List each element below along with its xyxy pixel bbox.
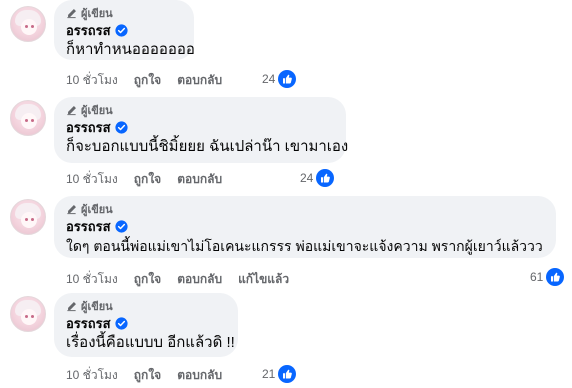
like-reaction-icon: [278, 365, 297, 383]
reaction-count: 21: [262, 367, 276, 381]
reaction-summary[interactable]: 61: [530, 268, 565, 286]
comment-bubble: ผู้เขียน อรรถรส ก็หาทำหนอออออออ: [54, 0, 195, 60]
pencil-icon: [67, 204, 76, 214]
reply-button[interactable]: ตอบกลับ: [177, 71, 222, 90]
avatar[interactable]: [10, 296, 46, 332]
like-reaction-icon: [278, 70, 297, 88]
timestamp[interactable]: 10 ชั่วโมง: [66, 270, 118, 289]
verified-icon: [114, 120, 128, 134]
timestamp[interactable]: 10 ชั่วโมง: [66, 71, 118, 90]
commenter-name[interactable]: อรรถรส: [66, 313, 111, 334]
author-tag: ผู้เขียน: [66, 202, 544, 216]
avatar[interactable]: [10, 6, 46, 42]
avatar[interactable]: [10, 199, 46, 235]
edited-label[interactable]: แก้ไขแล้ว: [238, 270, 289, 289]
pencil-icon: [67, 8, 76, 18]
avatar[interactable]: [10, 100, 46, 136]
comment-actions: 10 ชั่วโมง ถูกใจ ตอบกลับ: [66, 367, 222, 383]
comment-actions: 10 ชั่วโมง ถูกใจ ตอบกลับ: [66, 72, 222, 88]
pencil-icon: [67, 105, 76, 115]
commenter-name[interactable]: อรรถรส: [66, 20, 111, 41]
timestamp[interactable]: 10 ชั่วโมง: [66, 366, 118, 385]
reply-button[interactable]: ตอบกลับ: [177, 170, 222, 189]
reaction-summary[interactable]: 21: [262, 365, 297, 383]
pencil-icon: [67, 301, 76, 311]
comment-text: ก็จะบอกแบบนี้ชิมิ้ยยย ฉันเปล่าน๊า เขามาเ…: [66, 138, 349, 155]
commenter-name[interactable]: อรรถรส: [66, 216, 111, 237]
like-button[interactable]: ถูกใจ: [134, 170, 161, 189]
verified-icon: [114, 316, 128, 330]
reaction-count: 61: [530, 270, 544, 284]
like-button[interactable]: ถูกใจ: [134, 366, 161, 385]
reply-button[interactable]: ตอบกลับ: [177, 270, 222, 289]
comment-text: เรื่องนี้คือแบบบ อีกแล้วดิ !!: [66, 334, 235, 351]
comment-text: ใดๆ ตอนนี้พ่อแม่เขาไม่โอเคนะแกรรร พ่อแม่…: [66, 238, 543, 254]
like-reaction-icon: [546, 268, 565, 286]
reaction-count: 24: [262, 72, 276, 86]
comment-actions: 10 ชั่วโมง ถูกใจ ตอบกลับ: [66, 171, 222, 187]
like-reaction-icon: [316, 169, 335, 187]
reply-button[interactable]: ตอบกลับ: [177, 366, 222, 385]
like-button[interactable]: ถูกใจ: [134, 270, 161, 289]
comment-bubble: ผู้เขียน อรรถรส ใดๆ ตอนนี้พ่อแม่เขาไม่โอ…: [54, 196, 556, 258]
author-tag: ผู้เขียน: [66, 299, 226, 313]
reaction-summary[interactable]: 24: [300, 169, 335, 187]
reaction-count: 24: [300, 171, 314, 185]
verified-icon: [114, 23, 128, 37]
verified-icon: [114, 219, 128, 233]
comment-text: ก็หาทำหนอออออออ: [66, 41, 195, 58]
comment-bubble: ผู้เขียน อรรถรส เรื่องนี้คือแบบบ อีกแล้ว…: [54, 293, 238, 357]
author-tag: ผู้เขียน: [66, 103, 334, 117]
author-tag: ผู้เขียน: [66, 6, 182, 20]
comment-actions: 10 ชั่วโมง ถูกใจ ตอบกลับ แก้ไขแล้ว: [66, 271, 289, 287]
timestamp[interactable]: 10 ชั่วโมง: [66, 170, 118, 189]
commenter-name[interactable]: อรรถรส: [66, 117, 111, 138]
like-button[interactable]: ถูกใจ: [134, 71, 161, 90]
comment-bubble: ผู้เขียน อรรถรส ก็จะบอกแบบนี้ชิมิ้ยยย ฉั…: [54, 97, 349, 163]
reaction-summary[interactable]: 24: [262, 70, 297, 88]
